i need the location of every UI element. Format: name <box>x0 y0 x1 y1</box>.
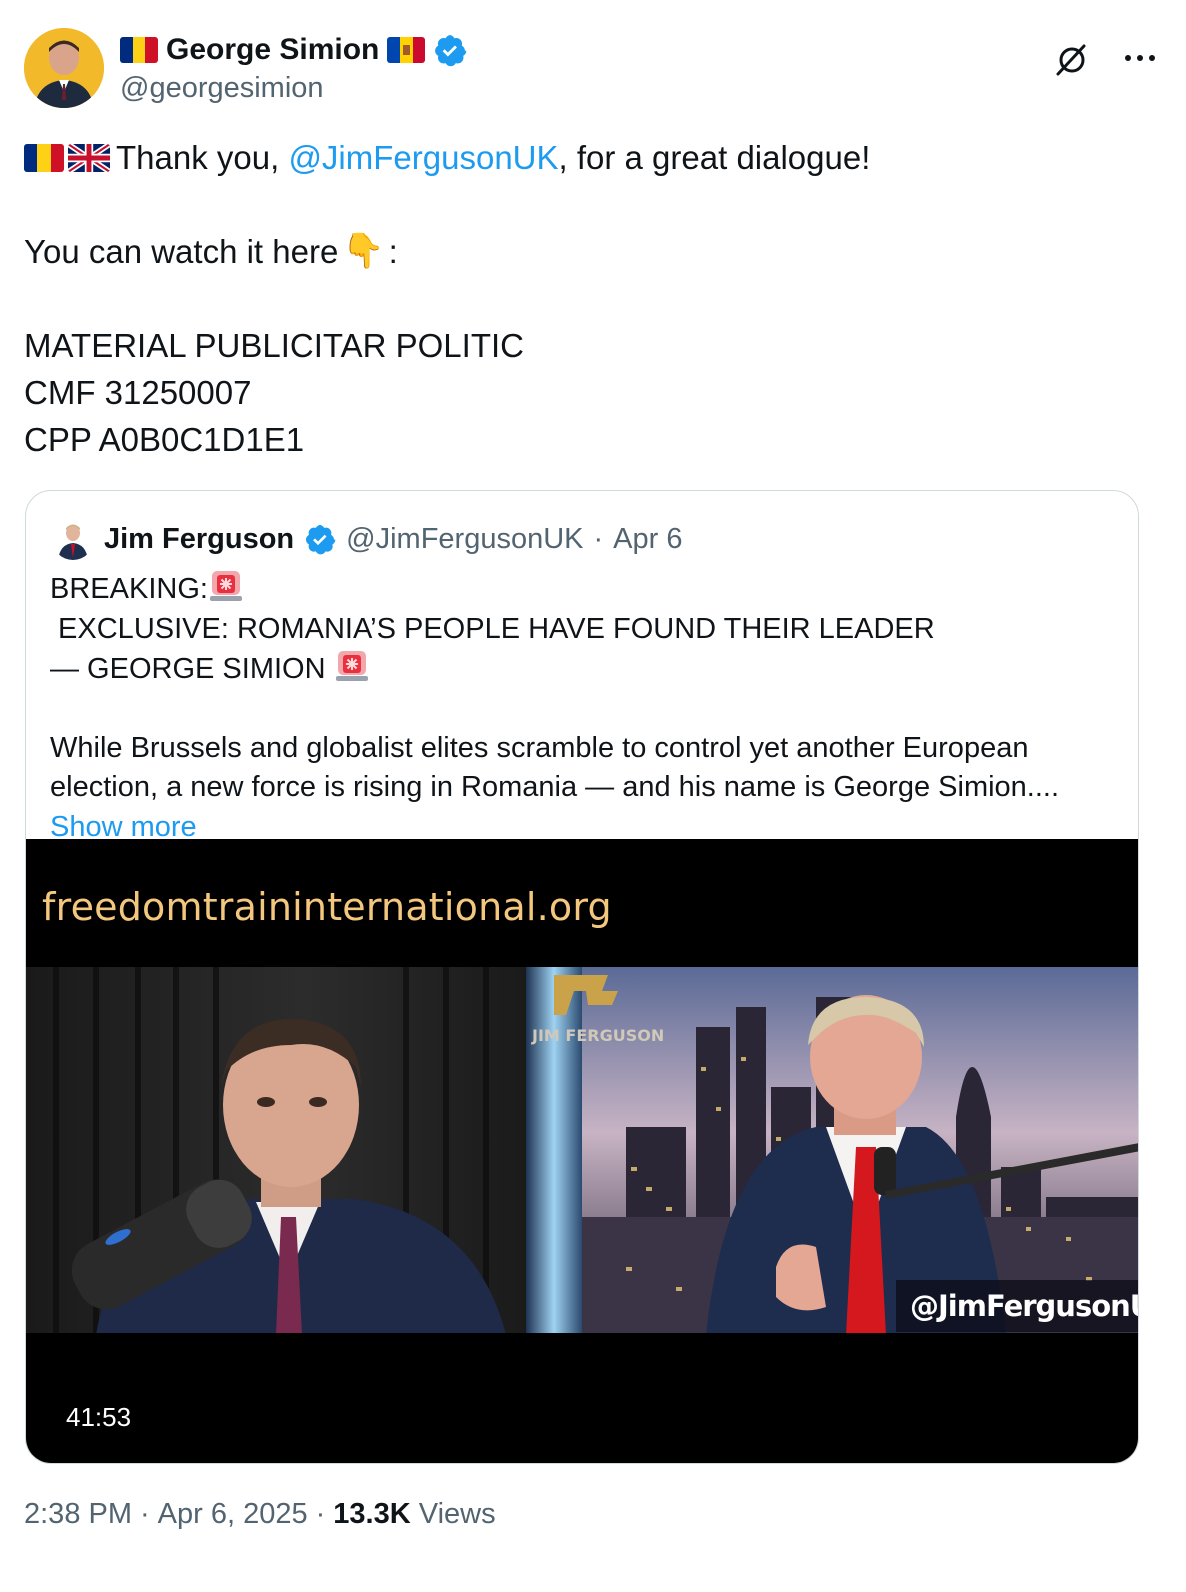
tweet-line-cpp: CPP A0B0C1D1E1 <box>24 421 305 458</box>
thanks-suffix: , for a great dialogue! <box>558 139 871 176</box>
tweet-line-watch: You can watch it here 👇 : <box>24 228 1144 275</box>
tweet-date[interactable]: Apr 6, 2025 <box>158 1498 308 1531</box>
tweet-line-material: MATERIAL PUBLICITAR POLITIC <box>24 327 524 364</box>
siren-icon <box>335 651 368 681</box>
mention-link[interactable]: @JimFergusonUK <box>288 134 558 181</box>
author-name-row[interactable]: George Simion <box>120 30 467 70</box>
video-site-url: freedomtraininternational.org <box>42 885 612 929</box>
tweet-line-cmf: CMF 31250007 <box>24 374 252 411</box>
quoted-author-avatar[interactable] <box>52 518 94 560</box>
dot-separator: · <box>593 522 604 555</box>
romania-flag-icon <box>24 143 64 172</box>
tweet-line-thanks: Thank you, @JimFergusonUK , for a great … <box>24 134 1144 181</box>
video-player[interactable]: freedomtraininternational.org JIM FERGUS… <box>26 839 1138 1463</box>
tweet-time[interactable]: 2:38 PM <box>24 1498 132 1531</box>
quoted-tweet-text: BREAKING: EXCLUSIVE: ROMANIA’S PEOPLE HA… <box>50 569 1120 847</box>
quoted-tweet-date[interactable]: Apr 6 <box>613 523 682 556</box>
uk-flag-icon <box>68 143 110 172</box>
quoted-tweet-card[interactable]: Jim Ferguson @JimFergusonUK · Apr 6 BREA… <box>25 490 1139 1464</box>
verified-badge-icon <box>435 35 467 67</box>
dot-separator: · <box>140 1498 150 1530</box>
quoted-author-name[interactable]: Jim Ferguson <box>104 523 294 556</box>
quoted-body-line2: election, a new force is rising in Roman… <box>50 771 1060 803</box>
breaking-label: BREAKING: <box>50 573 208 605</box>
tweet-text: Thank you, @JimFergusonUK , for a great … <box>24 134 1144 463</box>
pointing-down-icon: 👇 <box>342 232 385 270</box>
author-avatar[interactable] <box>24 28 104 108</box>
tweet-footer: 2:38 PM · Apr 6, 2025 · 13.3K Views <box>24 1498 496 1531</box>
quoted-body-line1: While Brussels and globalist elites scra… <box>50 731 1029 764</box>
thanks-text: Thank you, <box>116 139 289 176</box>
verified-badge-icon <box>306 525 336 555</box>
dot-separator: · <box>315 1498 326 1530</box>
more-options-icon[interactable] <box>1120 48 1160 68</box>
quoted-tweet-header: Jim Ferguson @JimFergusonUK · Apr 6 <box>52 517 683 561</box>
views-label: Views <box>418 1498 496 1530</box>
grok-icon[interactable] <box>1054 42 1090 78</box>
siren-icon <box>209 571 242 601</box>
logo-text: JIM FERGUSON <box>531 1026 664 1045</box>
views-count: 13.3K <box>333 1498 411 1530</box>
video-duration: 41:53 <box>66 1402 132 1432</box>
quoted-author-handle[interactable]: @JimFergusonUK <box>346 523 583 556</box>
quoted-headline-line1: BREAKING: EXCLUSIVE: ROMANIA’S PEOPLE HA… <box>50 569 1120 649</box>
romania-flag-icon <box>120 37 158 63</box>
moldova-flag-icon <box>387 37 426 63</box>
headline-text: EXCLUSIVE: ROMANIA’S PEOPLE HAVE FOUND T… <box>50 612 935 645</box>
watch-text: You can watch it here <box>24 233 339 270</box>
video-overlay-handle: @JimFergusonUK <box>896 1280 1138 1332</box>
tweet-header: George Simion @georgesimion <box>24 28 1164 112</box>
quoted-headline-line2: — GEORGE SIMION <box>50 649 1120 690</box>
author-handle[interactable]: @georgesimion <box>120 72 324 105</box>
watch-colon: : <box>388 233 398 270</box>
headline-text-2: — GEORGE SIMION <box>50 653 334 685</box>
author-name[interactable]: George Simion <box>166 33 379 67</box>
